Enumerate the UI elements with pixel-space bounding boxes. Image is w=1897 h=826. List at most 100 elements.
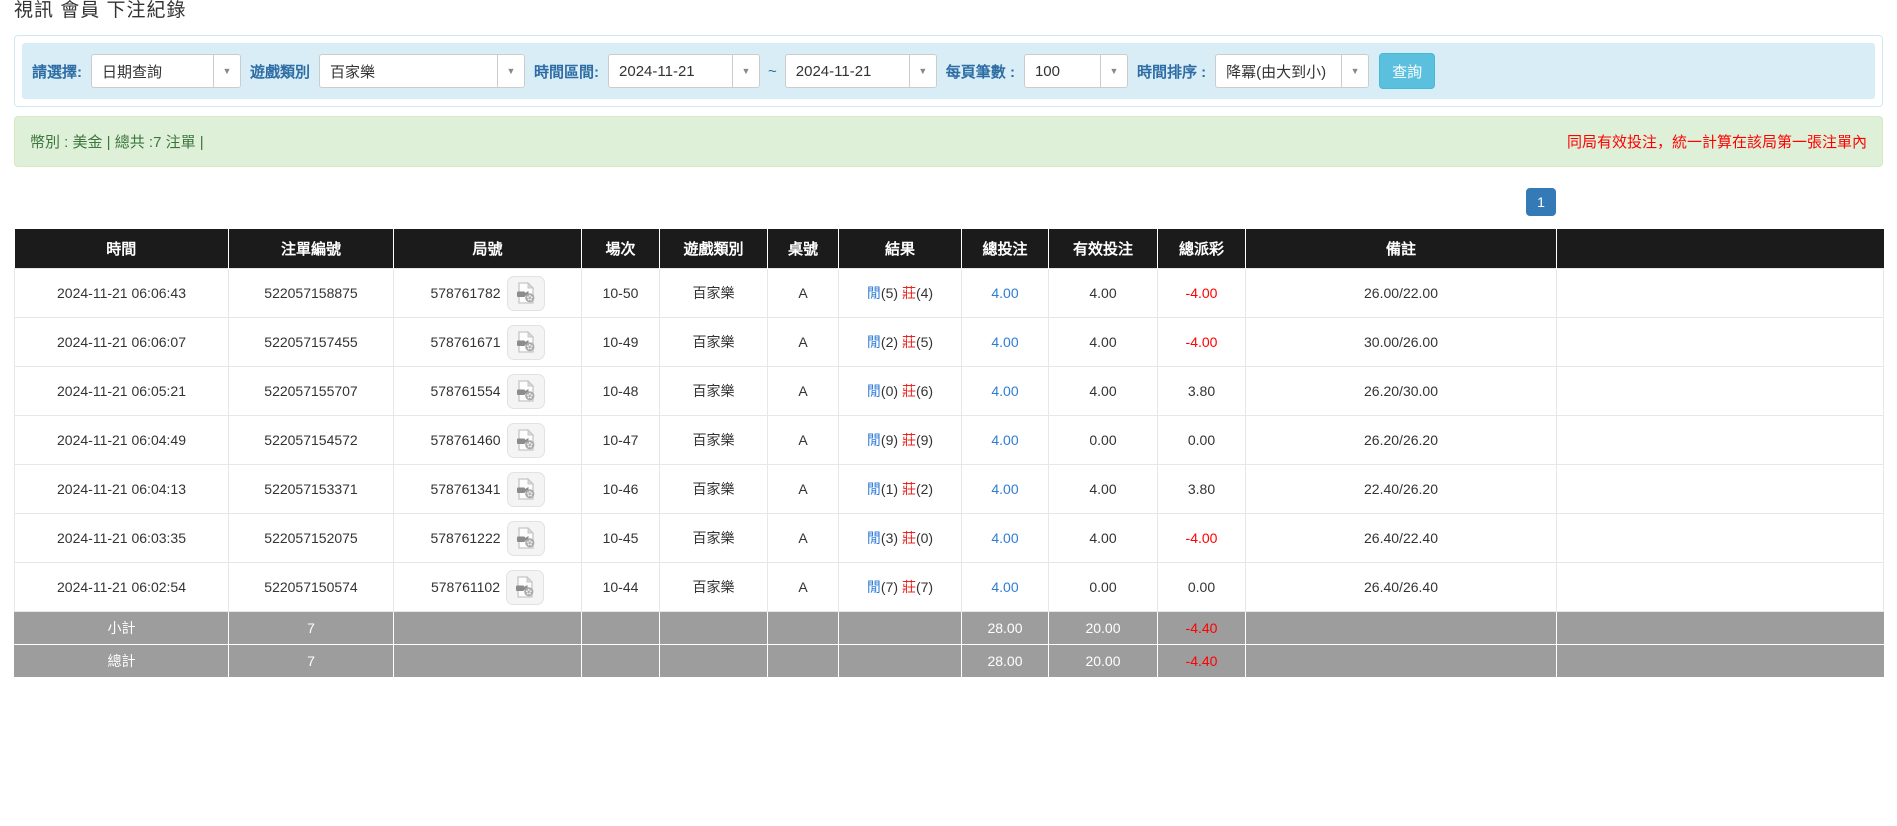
header-row: 時間注單編號局號場次遊戲類別桌號結果總投注有效投注總派彩備註 [15, 229, 1884, 269]
result-side-label: 閒 [867, 285, 881, 301]
cell-bet-id: 522057154572 [229, 416, 394, 465]
date-range-separator: ~ [767, 63, 778, 80]
result-points: (5) [881, 285, 898, 301]
video-replay-button[interactable] [507, 472, 545, 507]
total-bet-link[interactable]: 4.00 [991, 383, 1018, 399]
round-id-value: 578761554 [430, 383, 500, 399]
cell-result: 閒(9) 莊(9) [839, 416, 962, 465]
chevron-down-icon[interactable]: ▼ [909, 55, 936, 87]
video-file-icon [513, 575, 537, 599]
cell-extra [1557, 269, 1884, 318]
column-header-game-type: 遊戲類別 [660, 229, 768, 269]
result-side-label: 閒 [867, 530, 881, 546]
result-side-label: 莊 [902, 334, 916, 350]
cell-time: 2024-11-21 06:02:54 [15, 563, 229, 612]
totals-payout: -4.40 [1158, 645, 1246, 678]
video-replay-button[interactable] [507, 521, 545, 556]
chevron-down-icon[interactable]: ▼ [497, 55, 524, 87]
cell-extra [1557, 465, 1884, 514]
totals-empty-cell [1246, 645, 1557, 678]
result-side-label: 莊 [902, 383, 916, 399]
cell-bet-id: 522057153371 [229, 465, 394, 514]
result-points: (4) [916, 285, 933, 301]
video-file-icon [514, 379, 538, 403]
date-to-select[interactable]: 2024-11-21 ▼ [785, 54, 937, 88]
cell-valid-bet: 4.00 [1049, 269, 1158, 318]
game-type-value: 百家樂 [320, 55, 497, 87]
subtotal-row: 小計728.0020.00-4.40 [15, 612, 1884, 645]
table-row: 2024-11-21 06:04:13522057153371578761341… [15, 465, 1884, 514]
totals-empty-cell [660, 645, 768, 678]
cell-remark: 22.40/26.20 [1246, 465, 1557, 514]
totals-count: 7 [229, 612, 394, 645]
cell-bet-id: 522057155707 [229, 367, 394, 416]
cell-extra [1557, 416, 1884, 465]
totals-label: 小計 [15, 612, 229, 645]
cell-total-bet: 4.00 [962, 416, 1049, 465]
chevron-down-icon[interactable]: ▼ [1100, 55, 1127, 87]
totals-empty-cell [582, 612, 660, 645]
chevron-down-icon[interactable]: ▼ [1341, 55, 1368, 87]
cell-total-bet: 4.00 [962, 318, 1049, 367]
table-header: 時間注單編號局號場次遊戲類別桌號結果總投注有效投注總派彩備註 [15, 229, 1884, 269]
cell-result: 閒(2) 莊(5) [839, 318, 962, 367]
result-points: (2) [916, 481, 933, 497]
date-to-value: 2024-11-21 [786, 55, 909, 87]
cell-session: 10-48 [582, 367, 660, 416]
round-id-value: 578761460 [430, 432, 500, 448]
cell-valid-bet: 4.00 [1049, 367, 1158, 416]
chevron-down-icon[interactable]: ▼ [732, 55, 759, 87]
video-replay-button[interactable] [507, 374, 545, 409]
total-bet-link[interactable]: 4.00 [991, 530, 1018, 546]
table-row: 2024-11-21 06:06:43522057158875578761782… [15, 269, 1884, 318]
cell-session: 10-49 [582, 318, 660, 367]
video-replay-button[interactable] [507, 276, 545, 311]
cell-time: 2024-11-21 06:05:21 [15, 367, 229, 416]
cell-game-type: 百家樂 [660, 514, 768, 563]
cell-result: 閒(5) 莊(4) [839, 269, 962, 318]
video-replay-button[interactable] [507, 325, 545, 360]
search-button[interactable]: 查詢 [1379, 53, 1435, 89]
page-title: 視訊 會員 下注紀錄 [14, 0, 1883, 22]
result-side-label: 莊 [902, 579, 916, 595]
result-points: (6) [916, 383, 933, 399]
result-points: (9) [916, 432, 933, 448]
date-from-select[interactable]: 2024-11-21 ▼ [608, 54, 760, 88]
cell-game-type: 百家樂 [660, 563, 768, 612]
totals-valid-bet: 20.00 [1049, 645, 1158, 678]
table-row: 2024-11-21 06:04:49522057154572578761460… [15, 416, 1884, 465]
total-bet-link[interactable]: 4.00 [991, 334, 1018, 350]
cell-game-type: 百家樂 [660, 465, 768, 514]
totals-total-bet: 28.00 [962, 645, 1049, 678]
query-type-label: 請選擇: [30, 61, 84, 82]
query-type-select[interactable]: 日期查詢 ▼ [91, 54, 241, 88]
result-side-label: 閒 [867, 481, 881, 497]
result-points: (9) [881, 432, 898, 448]
total-bet-link[interactable]: 4.00 [991, 285, 1018, 301]
sort-order-select[interactable]: 降冪(由大到小) ▼ [1215, 54, 1369, 88]
game-type-select[interactable]: 百家樂 ▼ [319, 54, 525, 88]
cell-table-no: A [768, 269, 839, 318]
totals-empty-cell [839, 645, 962, 678]
cell-total-bet: 4.00 [962, 514, 1049, 563]
video-replay-button[interactable] [506, 570, 544, 605]
result-points: (7) [916, 579, 933, 595]
totals-count: 7 [229, 645, 394, 678]
total-bet-link[interactable]: 4.00 [991, 579, 1018, 595]
total-bet-link[interactable]: 4.00 [991, 432, 1018, 448]
video-replay-button[interactable] [507, 423, 545, 458]
page-size-select[interactable]: 100 ▼ [1024, 54, 1128, 88]
chevron-down-icon[interactable]: ▼ [213, 55, 240, 87]
grand-total-row: 總計728.0020.00-4.40 [15, 645, 1884, 678]
betting-records-page: 視訊 會員 下注紀錄 請選擇: 日期查詢 ▼ 遊戲類別 百家樂 ▼ 時間區間: … [0, 0, 1897, 718]
cell-result: 閒(0) 莊(6) [839, 367, 962, 416]
totals-empty-cell [768, 612, 839, 645]
cell-valid-bet: 4.00 [1049, 318, 1158, 367]
cell-session: 10-50 [582, 269, 660, 318]
table-body: 2024-11-21 06:06:43522057158875578761782… [15, 269, 1884, 612]
page-button-1[interactable]: 1 [1526, 188, 1556, 216]
table-row: 2024-11-21 06:05:21522057155707 578761554… [15, 367, 1884, 416]
sort-order-value: 降冪(由大到小) [1216, 55, 1341, 87]
totals-empty-cell [394, 645, 582, 678]
total-bet-link[interactable]: 4.00 [991, 481, 1018, 497]
